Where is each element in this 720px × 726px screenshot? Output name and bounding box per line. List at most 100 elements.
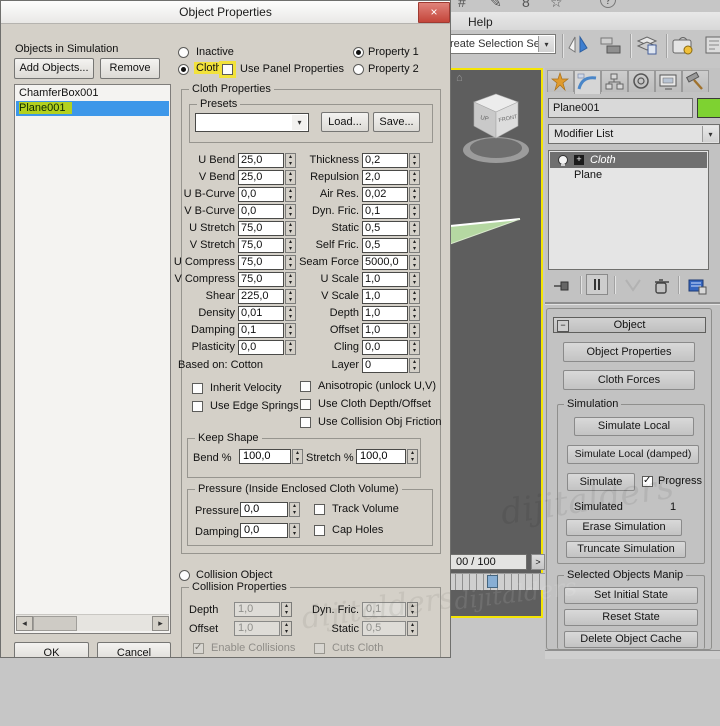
track-bar[interactable] (448, 573, 545, 590)
remove-button[interactable]: Remove (100, 58, 160, 79)
spinner[interactable]: ▴▾ (409, 153, 420, 168)
configure-modifier-sets-icon[interactable] (686, 276, 708, 296)
spinner[interactable]: ▴▾ (409, 187, 420, 202)
pressure-damping-input[interactable]: 0,0 (240, 523, 288, 538)
use-edge-springs-checkbox[interactable] (192, 401, 203, 412)
object-color-swatch[interactable] (697, 98, 720, 118)
tab-utilities[interactable] (682, 70, 709, 92)
anisotropic-checkbox[interactable] (300, 381, 311, 392)
pressure-input[interactable]: 0,0 (240, 502, 288, 517)
help-icon[interactable]: ? (600, 0, 616, 8)
track-thumb[interactable] (487, 575, 498, 588)
time-next-button[interactable]: > (531, 554, 545, 570)
spinner[interactable]: ▴▾ (409, 358, 420, 373)
spinner[interactable]: ▴▾ (409, 306, 420, 321)
param-input[interactable]: 2,0 (362, 170, 408, 185)
cloth-forces-button[interactable]: Cloth Forces (563, 370, 695, 390)
spinner[interactable]: ▴▾ (281, 621, 292, 636)
truncate-simulation-button[interactable]: Truncate Simulation (566, 541, 686, 558)
set-initial-state-button[interactable]: Set Initial State (564, 587, 698, 604)
param-input[interactable]: 0,02 (362, 187, 408, 202)
modifier-list-combo[interactable]: Modifier List ▾ (548, 124, 720, 144)
spinner[interactable]: ▴▾ (409, 340, 420, 355)
spinner[interactable]: ▴▾ (289, 523, 300, 538)
param-input[interactable]: 0,1 (362, 204, 408, 219)
save-button[interactable]: Save... (373, 112, 420, 132)
param-input[interactable]: 1,0 (362, 323, 408, 338)
visibility-bulb-icon[interactable] (558, 155, 568, 165)
curve-editor-icon[interactable]: ✎ (490, 0, 502, 11)
spinner[interactable]: ▴▾ (409, 238, 420, 253)
close-icon[interactable]: × (418, 2, 450, 23)
add-objects-button[interactable]: Add Objects... (14, 58, 94, 79)
spinner[interactable]: ▴▾ (409, 204, 420, 219)
delete-object-cache-button[interactable]: Delete Object Cache (564, 631, 698, 648)
param-input[interactable]: 0 (362, 358, 408, 373)
stack-item-plane[interactable]: Plane (550, 168, 707, 183)
spinner[interactable]: ▴▾ (292, 449, 303, 464)
param-input[interactable]: 225,0 (238, 289, 284, 304)
rollout-header-object[interactable]: − Object (553, 317, 706, 333)
param-input[interactable]: 0,2 (362, 153, 408, 168)
cancel-button[interactable]: Cancel (97, 642, 171, 658)
objects-listbox[interactable]: ChamferBox001 Plane001 ◂ ▸ (14, 84, 171, 634)
param-input[interactable]: 75,0 (238, 238, 284, 253)
param-input[interactable]: 75,0 (238, 221, 284, 236)
menu-help[interactable]: Help (468, 15, 493, 29)
erase-simulation-button[interactable]: Erase Simulation (566, 519, 682, 536)
use-cloth-depth-offset-checkbox[interactable] (300, 399, 311, 410)
load-button[interactable]: Load... (321, 112, 369, 132)
chevron-down-icon[interactable]: ▾ (292, 115, 307, 130)
collision-object-radio[interactable] (179, 570, 190, 581)
param-input[interactable]: 0,01 (238, 306, 284, 321)
simulate-button[interactable]: Simulate (567, 473, 635, 491)
spinner[interactable]: ▴▾ (409, 289, 420, 304)
spinner[interactable]: ▴▾ (281, 602, 292, 617)
cap-holes-checkbox[interactable] (314, 525, 325, 536)
stack-item-cloth[interactable]: + Cloth (550, 152, 707, 168)
expand-icon[interactable]: + (574, 155, 584, 165)
param-input[interactable]: 1,0 (362, 289, 408, 304)
inactive-radio[interactable] (178, 47, 189, 58)
list-hscrollbar[interactable]: ◂ ▸ (16, 614, 169, 631)
list-item[interactable]: ChamferBox001 (16, 86, 169, 101)
param-input[interactable]: 0,5 (362, 238, 408, 253)
tab-display[interactable] (655, 70, 682, 92)
make-unique-icon[interactable] (622, 276, 644, 296)
spinner[interactable]: ▴▾ (409, 221, 420, 236)
collision-offset-input[interactable]: 1,0 (234, 621, 280, 636)
plane-object[interactable] (450, 212, 525, 250)
param-input[interactable]: 0,5 (362, 221, 408, 236)
stretch-pct-input[interactable]: 100,0 (356, 449, 406, 464)
spinner[interactable]: ▴▾ (289, 502, 300, 517)
cloth-radio[interactable] (178, 64, 189, 75)
mirror-icon[interactable] (566, 32, 592, 58)
dialog-titlebar[interactable]: Object Properties (1, 1, 450, 24)
remove-modifier-icon[interactable] (650, 276, 672, 296)
param-input[interactable]: 0,1 (238, 323, 284, 338)
spinner[interactable]: ▴▾ (409, 323, 420, 338)
reset-state-button[interactable]: Reset State (564, 609, 698, 626)
param-input[interactable]: 1,0 (362, 306, 408, 321)
scroll-thumb[interactable] (33, 616, 77, 631)
schematic-view-icon[interactable]: # (458, 0, 466, 10)
viewcube[interactable]: UP FRONT (458, 88, 534, 172)
show-end-result-icon[interactable] (586, 274, 608, 295)
param-input[interactable]: 5000,0 (362, 255, 408, 270)
track-volume-checkbox[interactable] (314, 504, 325, 515)
star-icon[interactable]: ☆ (550, 0, 563, 11)
object-properties-button[interactable]: Object Properties (563, 342, 695, 362)
param-input[interactable]: 25,0 (238, 170, 284, 185)
progress-checkbox[interactable] (642, 476, 653, 487)
tab-modify[interactable] (574, 70, 601, 94)
param-input[interactable]: 75,0 (238, 272, 284, 287)
simulate-local-damped-button[interactable]: Simulate Local (damped) (567, 445, 699, 464)
tab-create[interactable] (547, 70, 574, 92)
tab-hierarchy[interactable] (601, 70, 628, 92)
object-name-field[interactable]: Plane001 (548, 98, 693, 118)
param-input[interactable]: 0,0 (238, 187, 284, 202)
inherit-velocity-checkbox[interactable] (192, 383, 203, 394)
toolbox-icon[interactable] (670, 32, 696, 58)
param-input[interactable]: 25,0 (238, 153, 284, 168)
use-collision-obj-friction-checkbox[interactable] (300, 417, 311, 428)
